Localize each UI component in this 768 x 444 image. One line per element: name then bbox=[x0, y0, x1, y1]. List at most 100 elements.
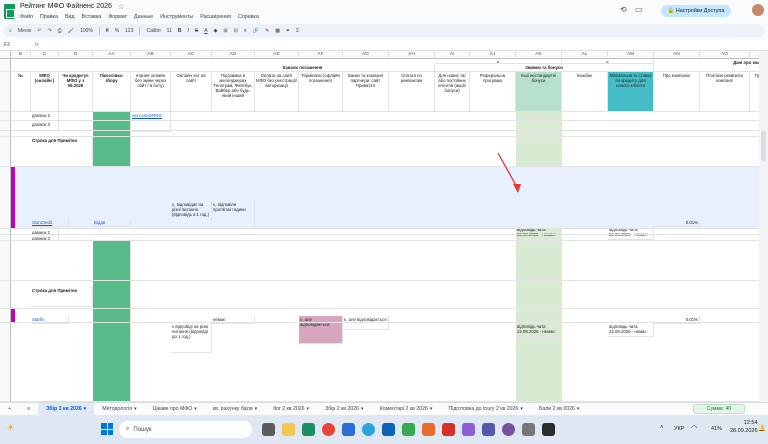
bold-icon[interactable]: B bbox=[178, 28, 182, 34]
fill-color-icon[interactable]: ◆ bbox=[214, 28, 218, 34]
search-icon[interactable]: ⌕ bbox=[9, 28, 12, 34]
merge-icon[interactable]: ⊟ bbox=[234, 28, 238, 34]
sheet-tab[interactable]: Цікаве про МФО ▾ bbox=[145, 403, 205, 416]
windows-start-icon[interactable] bbox=[101, 423, 113, 435]
formula-input[interactable] bbox=[44, 41, 764, 49]
print-icon[interactable]: ⎙ bbox=[58, 28, 62, 34]
all-sheets-button[interactable]: ≡ bbox=[19, 403, 38, 416]
column-header[interactable]: AI bbox=[435, 51, 470, 59]
column-header[interactable]: AA bbox=[93, 51, 131, 59]
paint-format-icon[interactable]: 🖌 bbox=[68, 28, 74, 34]
column-header[interactable]: AK bbox=[516, 51, 562, 59]
function-icon[interactable]: Σ bbox=[296, 28, 299, 34]
column-header[interactable]: B bbox=[11, 51, 31, 59]
scroll-thumb[interactable] bbox=[761, 131, 766, 161]
app-icon[interactable] bbox=[542, 423, 555, 436]
menu-format[interactable]: Формат bbox=[108, 14, 127, 20]
star-icon[interactable]: ☆ bbox=[118, 3, 124, 11]
font-size[interactable]: 11 bbox=[167, 28, 172, 34]
column-header[interactable]: AD bbox=[212, 51, 255, 59]
sheet-tab-active[interactable]: Збір 3 кв 2026 ▾ bbox=[38, 402, 95, 416]
corner-cell[interactable] bbox=[0, 51, 11, 59]
comment-icon[interactable]: ▭ bbox=[635, 5, 643, 14]
settings-icon[interactable] bbox=[522, 423, 535, 436]
column-header[interactable]: D bbox=[59, 51, 93, 59]
column-header[interactable]: C bbox=[31, 51, 59, 59]
menu-extensions[interactable]: Расширения bbox=[200, 14, 231, 20]
filter-icon[interactable]: ⏷ bbox=[286, 28, 290, 34]
percent-icon[interactable]: % bbox=[115, 28, 119, 34]
name-box[interactable]: F3 bbox=[4, 42, 10, 48]
link-cell[interactable]: net.com/d-RNG bbox=[131, 112, 171, 132]
row-header[interactable] bbox=[0, 112, 11, 121]
viber-icon[interactable] bbox=[502, 423, 515, 436]
notes-icon[interactable] bbox=[462, 423, 475, 436]
column-header[interactable]: AL bbox=[562, 51, 608, 59]
share-button[interactable]: 🔒 Настройки Доступа bbox=[661, 5, 731, 17]
column-header[interactable]: AB bbox=[131, 51, 171, 59]
sheet-tab[interactable]: Itor 2 кв 2026 ▾ bbox=[265, 403, 317, 416]
link-icon[interactable]: 🔗 bbox=[253, 28, 259, 34]
menu-file[interactable]: Файл bbox=[20, 14, 33, 20]
column-header[interactable]: AH bbox=[389, 51, 435, 59]
weather-icon[interactable]: ☀ bbox=[6, 423, 15, 434]
menus-button[interactable]: Меню bbox=[18, 28, 32, 34]
keyboard-language[interactable]: УКР bbox=[674, 426, 684, 432]
column-header[interactable]: AP bbox=[750, 51, 759, 59]
avatar[interactable] bbox=[752, 4, 764, 16]
teams-icon[interactable] bbox=[482, 423, 495, 436]
chart-icon[interactable]: ▦ bbox=[275, 28, 280, 34]
task-view-icon[interactable] bbox=[262, 423, 275, 436]
row-header[interactable] bbox=[0, 241, 11, 281]
menu-data[interactable]: Данные bbox=[134, 14, 153, 20]
menu-help[interactable]: Справка bbox=[238, 14, 259, 20]
sheet-tab[interactable]: Збір 2 кв 2026 ▾ bbox=[317, 403, 372, 416]
text-color-icon[interactable]: A bbox=[204, 28, 207, 34]
redo-icon[interactable]: ↷ bbox=[48, 28, 52, 34]
sum-indicator[interactable]: Сумма: 40 bbox=[693, 404, 745, 414]
column-header[interactable]: AO bbox=[700, 51, 750, 59]
zoom-select[interactable]: 100% bbox=[80, 28, 93, 34]
sheet-tab[interactable]: Методологія ▾ bbox=[94, 403, 144, 416]
history-icon[interactable]: ⟲ bbox=[620, 5, 627, 14]
row-header[interactable] bbox=[0, 121, 11, 131]
document-title[interactable]: Рейтинг МФО Файненс 2026 bbox=[20, 3, 112, 10]
vertical-scrollbar[interactable] bbox=[759, 51, 768, 402]
align-icon[interactable]: ≡ bbox=[244, 28, 247, 34]
telegram-icon[interactable] bbox=[362, 423, 375, 436]
sheets-logo[interactable] bbox=[4, 4, 15, 19]
menu-tools[interactable]: Инструменты bbox=[160, 14, 193, 20]
row-header[interactable] bbox=[0, 281, 11, 309]
column-header[interactable]: AN bbox=[654, 51, 700, 59]
comment-add-icon[interactable]: ✎ bbox=[265, 28, 269, 34]
column-header[interactable]: AE bbox=[255, 51, 299, 59]
spreadsheet-grid[interactable]: BCDAAABACADAEAFAGAHAIAJAKALAMANAOAPAQ№МФ… bbox=[0, 51, 759, 402]
mfo-name[interactable]: SlonCredit bbox=[31, 219, 69, 227]
menu-insert[interactable]: Вставка bbox=[82, 14, 102, 20]
italic-icon[interactable]: I bbox=[187, 28, 188, 34]
mail-icon[interactable] bbox=[382, 423, 395, 436]
row-header[interactable] bbox=[0, 137, 11, 167]
row-header[interactable] bbox=[0, 167, 11, 229]
row-header[interactable] bbox=[0, 72, 11, 112]
chrome-icon[interactable] bbox=[322, 423, 335, 436]
clock[interactable]: 12:54 28.09.2026 bbox=[730, 419, 758, 435]
sheet-tab[interactable]: Підготовка до toury 2 кв 2026 ▾ bbox=[441, 403, 531, 416]
column-header[interactable]: AJ bbox=[470, 51, 516, 59]
row-header[interactable] bbox=[0, 59, 11, 72]
sheet-tab[interactable]: кв. рахунку бали ▾ bbox=[205, 403, 265, 416]
column-header[interactable]: AF bbox=[299, 51, 343, 59]
undo-icon[interactable]: ↶ bbox=[37, 28, 41, 34]
store-icon[interactable] bbox=[342, 423, 355, 436]
sheet-tab[interactable]: Коментарі 2 кв 2026 ▾ bbox=[372, 403, 441, 416]
font-select[interactable]: Calibri bbox=[146, 28, 160, 34]
currency-icon[interactable]: ₴ bbox=[106, 28, 109, 34]
column-header[interactable]: AM bbox=[608, 51, 654, 59]
media-icon[interactable] bbox=[442, 423, 455, 436]
add-sheet-button[interactable]: + bbox=[0, 403, 19, 416]
column-header[interactable]: AC bbox=[171, 51, 212, 59]
sheet-tab[interactable]: Бали 2 кв 2026 ▾ bbox=[531, 403, 588, 416]
photos-icon[interactable] bbox=[422, 423, 435, 436]
row-header[interactable] bbox=[0, 309, 11, 323]
taskbar-search[interactable]: ⌕ Пошук bbox=[119, 421, 252, 438]
